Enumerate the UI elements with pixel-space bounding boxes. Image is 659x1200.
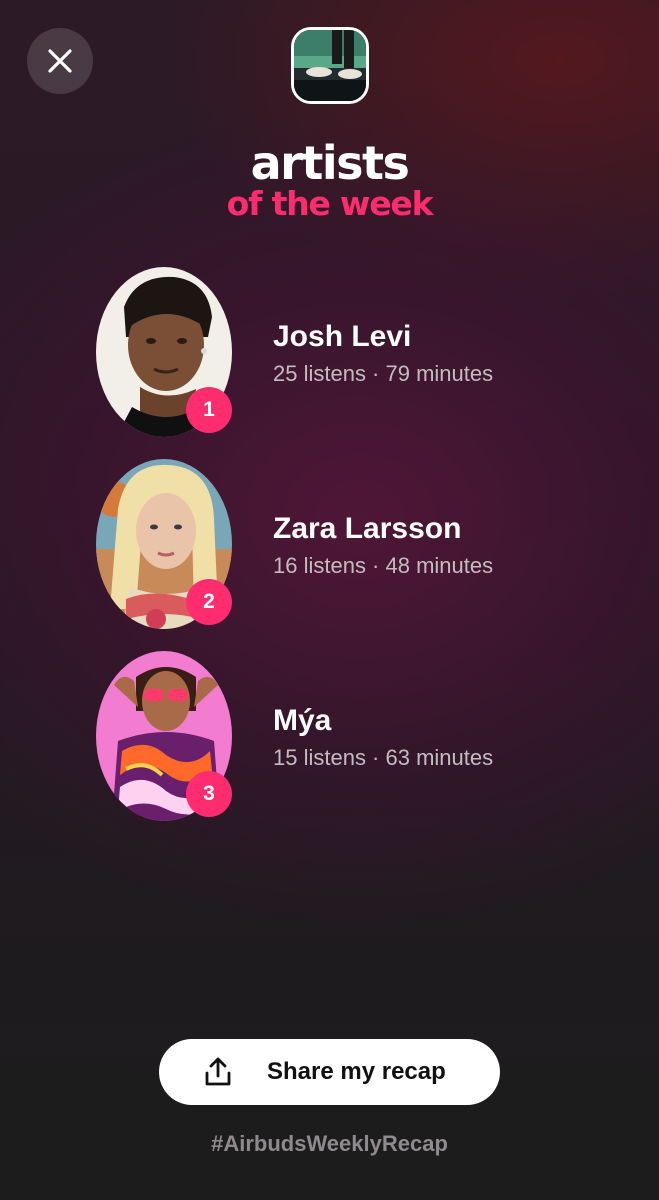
artist-row-1[interactable]: 1 Josh Levi 25 listens · 79 minutes [96, 267, 616, 437]
artist-stats: 25 listens · 79 minutes [273, 361, 494, 386]
hashtag: #AirbudsWeeklyRecap [211, 1131, 448, 1156]
close-icon [48, 49, 72, 73]
page-subtitle: of the week [226, 184, 434, 223]
artist-stats: 16 listens · 48 minutes [273, 553, 494, 578]
artist-stats: 15 listens · 63 minutes [273, 745, 494, 770]
page-title: artists [250, 136, 410, 190]
title-block: artists of the week [0, 138, 659, 222]
artist-name[interactable]: Zara Larsson [273, 512, 461, 546]
rank-badge: 3 [186, 771, 232, 817]
artist-name[interactable]: Mýa [273, 704, 331, 738]
share-button-label: Share my recap [267, 1058, 446, 1085]
close-button[interactable] [27, 28, 93, 94]
album-cover-thumbnail [291, 27, 369, 104]
rank-badge: 2 [186, 579, 232, 625]
rank-badge: 1 [186, 387, 232, 433]
artist-row-2[interactable]: 2 Zara Larsson 16 listens · 48 minutes [96, 459, 616, 629]
artist-name[interactable]: Josh Levi [273, 320, 411, 354]
share-recap-button[interactable]: Share my recap [159, 1039, 500, 1105]
share-icon [205, 1057, 231, 1086]
artist-row-3[interactable]: 3 Mýa 15 listens · 63 minutes [96, 651, 616, 821]
